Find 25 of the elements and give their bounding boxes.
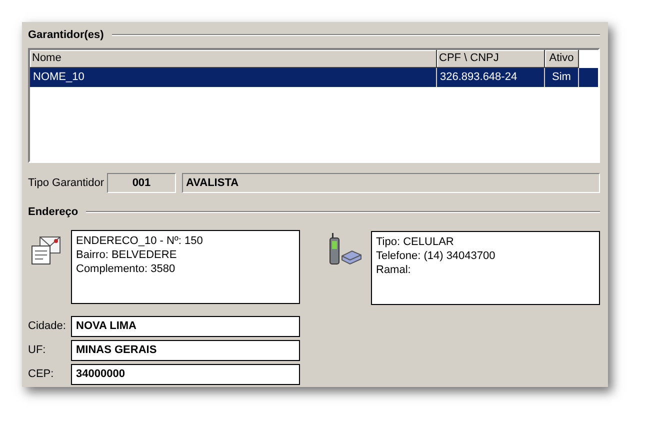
table-cell: NOME_10 (30, 68, 437, 87)
phone-line: Telefone: (14) 34043700 (376, 249, 496, 263)
input-field[interactable]: 34000000 (71, 364, 300, 384)
phone-line: Tipo: CELULAR (376, 235, 455, 249)
code-field: 001 (107, 173, 176, 193)
input-field[interactable]: MINAS GERAIS (71, 340, 300, 360)
description-field: AVALISTA (182, 173, 600, 193)
address-line: ENDERECO_10 - Nº: 150 (76, 234, 204, 248)
column-header[interactable]: Ativo (545, 50, 579, 68)
section-title: Garantidor(es) (28, 29, 104, 41)
section-title: Endereço (28, 206, 78, 218)
envelope-icon (30, 234, 62, 266)
field-label: Cidade: (28, 320, 67, 332)
table-cell: Sim (545, 68, 579, 87)
address-line: Bairro: BELVEDERE (76, 248, 178, 262)
table-cell: 326.893.648-24 (437, 68, 545, 87)
field-label: Tipo Garantidor (28, 177, 106, 189)
column-header[interactable]: Nome (30, 50, 437, 68)
field-label: UF: (28, 344, 47, 356)
table-row[interactable]: NOME_10 326.893.648-24 Sim (30, 68, 598, 87)
input-field[interactable]: NOVA LIMA (71, 316, 300, 336)
address-line: Complemento: 3580 (76, 262, 176, 276)
column-header[interactable]: CPF \ CNPJ (437, 50, 545, 68)
phone-line: Ramal: (376, 263, 412, 277)
field-label: CEP: (28, 368, 55, 380)
